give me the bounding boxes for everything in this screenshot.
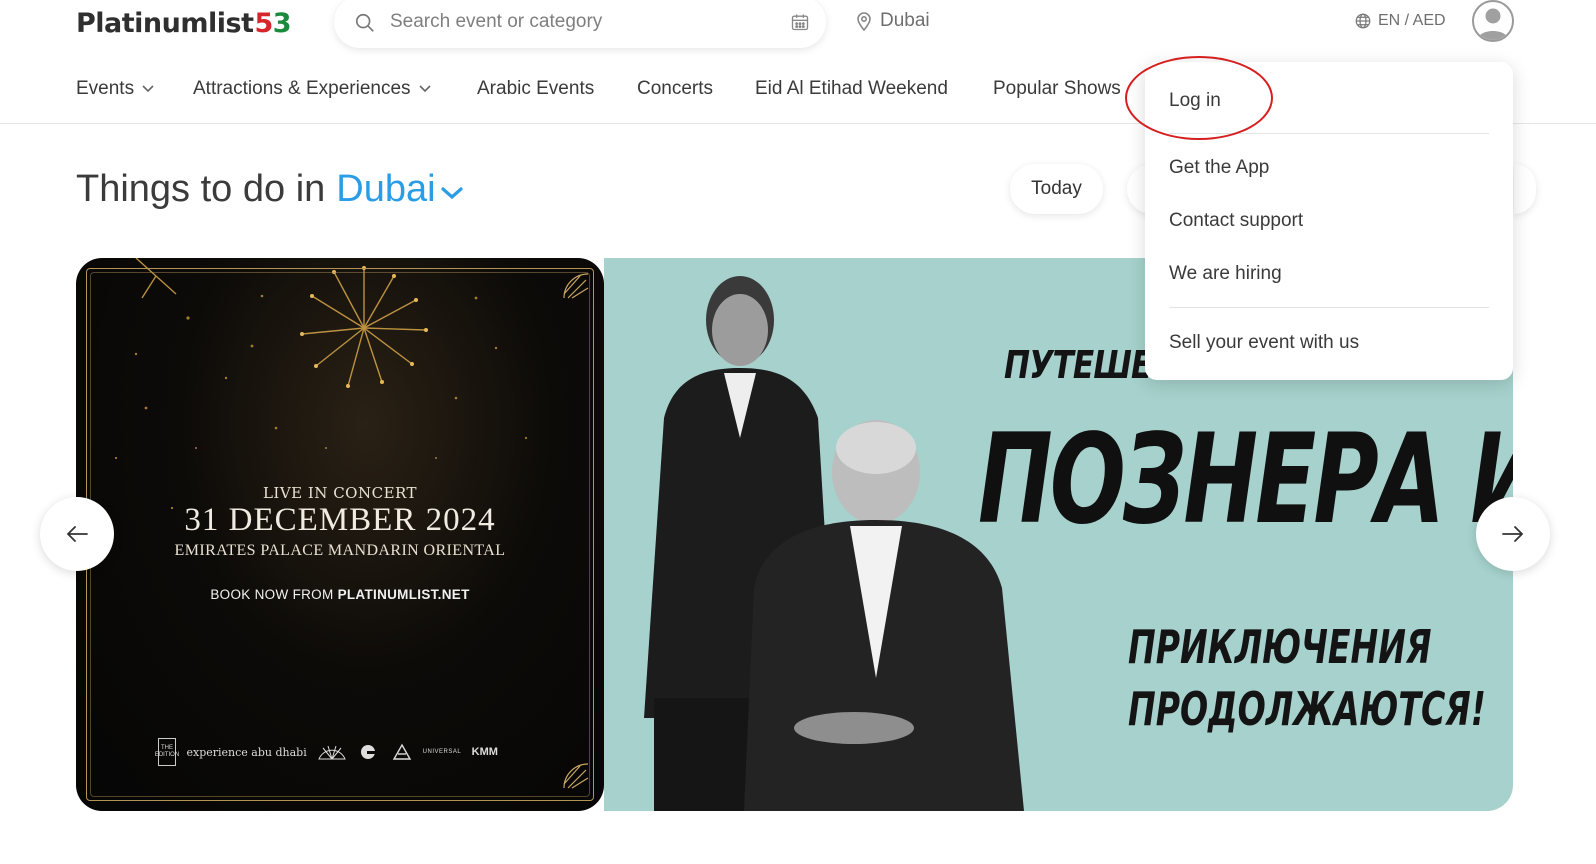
nav-item-events[interactable]: Events — [76, 78, 154, 100]
menu-divider — [1169, 133, 1489, 134]
nav-item-popular-shows[interactable]: Popular Shows — [993, 78, 1121, 100]
chevron-down-icon — [418, 85, 431, 93]
filter-chip-partial-right[interactable] — [1514, 164, 1536, 214]
nav-item-attractions[interactable]: Attractions & Experiences — [193, 78, 431, 100]
menu-item-log-in[interactable]: Log in — [1169, 90, 1221, 112]
sponsor-logo-circle — [358, 743, 382, 761]
filter-chip-today[interactable]: Today — [1010, 164, 1103, 214]
nav-item-arabic-events[interactable]: Arabic Events — [477, 78, 594, 100]
chevron-down-icon — [142, 85, 154, 93]
globe-icon — [1355, 13, 1371, 29]
carousel-next-button[interactable] — [1476, 497, 1550, 571]
nav-item-eid-al-etihad[interactable]: Eid Al Etihad Weekend — [755, 78, 948, 100]
language-currency-selector[interactable]: EN / AED — [1354, 12, 1446, 30]
sponsor-logos: THE EDITION experience abu dhabi UNIVERS… — [155, 738, 498, 766]
sponsor-logo-kmm: KMM — [471, 746, 498, 758]
sponsor-logo-universal: UNIVERSAL — [422, 749, 462, 755]
city-selector[interactable]: Dubai — [336, 168, 435, 211]
search-input[interactable]: Search event or category — [390, 11, 602, 33]
menu-item-get-app[interactable]: Get the App — [1169, 157, 1269, 179]
chevron-down-icon[interactable] — [440, 186, 464, 200]
language-currency-label: EN / AED — [1378, 12, 1446, 29]
page-title: Things to do in Dubai — [76, 168, 464, 211]
menu-item-contact-support[interactable]: Contact support — [1169, 210, 1303, 232]
banner-new-year-concert[interactable]: LIVE IN CONCERT 31 DECEMBER 2024 EMIRATE… — [76, 258, 604, 811]
banner1-venue: EMIRATES PALACE MANDARIN ORIENTAL — [174, 542, 506, 559]
banner2-subline: ПРИКЛЮЧЕНИЯ ПРОДОЛЖАЮТСЯ! — [1128, 620, 1486, 736]
search-icon — [355, 13, 374, 32]
location-pin-icon — [857, 12, 871, 31]
carousel-prev-button[interactable] — [40, 497, 114, 571]
location-selector[interactable]: Dubai — [856, 10, 930, 32]
location-label: Dubai — [880, 10, 930, 31]
arrow-left-icon — [66, 526, 88, 542]
user-menu-dropdown: Log in Get the App Contact support We ar… — [1145, 62, 1513, 380]
platinumlist-logo[interactable]: Platinumlist 53 — [76, 6, 292, 40]
sponsor-logo-mandarin — [317, 743, 347, 761]
fan-icon — [318, 745, 346, 760]
banner1-book-now: BOOK NOW FROM PLATINUMLIST.NET — [210, 587, 470, 602]
sponsor-logo-abu-dhabi: experience abu dhabi — [186, 745, 307, 759]
menu-divider — [1169, 307, 1489, 308]
search-bar[interactable]: Search event or category — [334, 0, 826, 48]
calendar-icon[interactable] — [790, 12, 810, 32]
logo-text: Platinumlist — [76, 7, 254, 39]
menu-item-sell-event[interactable]: Sell your event with us — [1169, 332, 1359, 354]
nav-item-concerts[interactable]: Concerts — [637, 78, 713, 100]
banner1-date: 31 DECEMBER 2024 — [184, 502, 496, 538]
sponsor-logo-triangle — [392, 743, 412, 761]
user-icon — [1478, 8, 1508, 40]
logo-53-badge: 53 — [254, 7, 292, 39]
title-prefix: Things to do in — [76, 168, 326, 210]
user-avatar-button[interactable] — [1472, 0, 1514, 42]
sponsor-logo-edition: THE EDITION — [155, 738, 179, 766]
banner1-line1: LIVE IN CONCERT — [262, 484, 418, 502]
menu-item-we-are-hiring[interactable]: We are hiring — [1169, 263, 1282, 285]
banner2-headline-main: ПОЗНЕРА И — [978, 408, 1513, 552]
arrow-right-icon — [1502, 526, 1524, 542]
